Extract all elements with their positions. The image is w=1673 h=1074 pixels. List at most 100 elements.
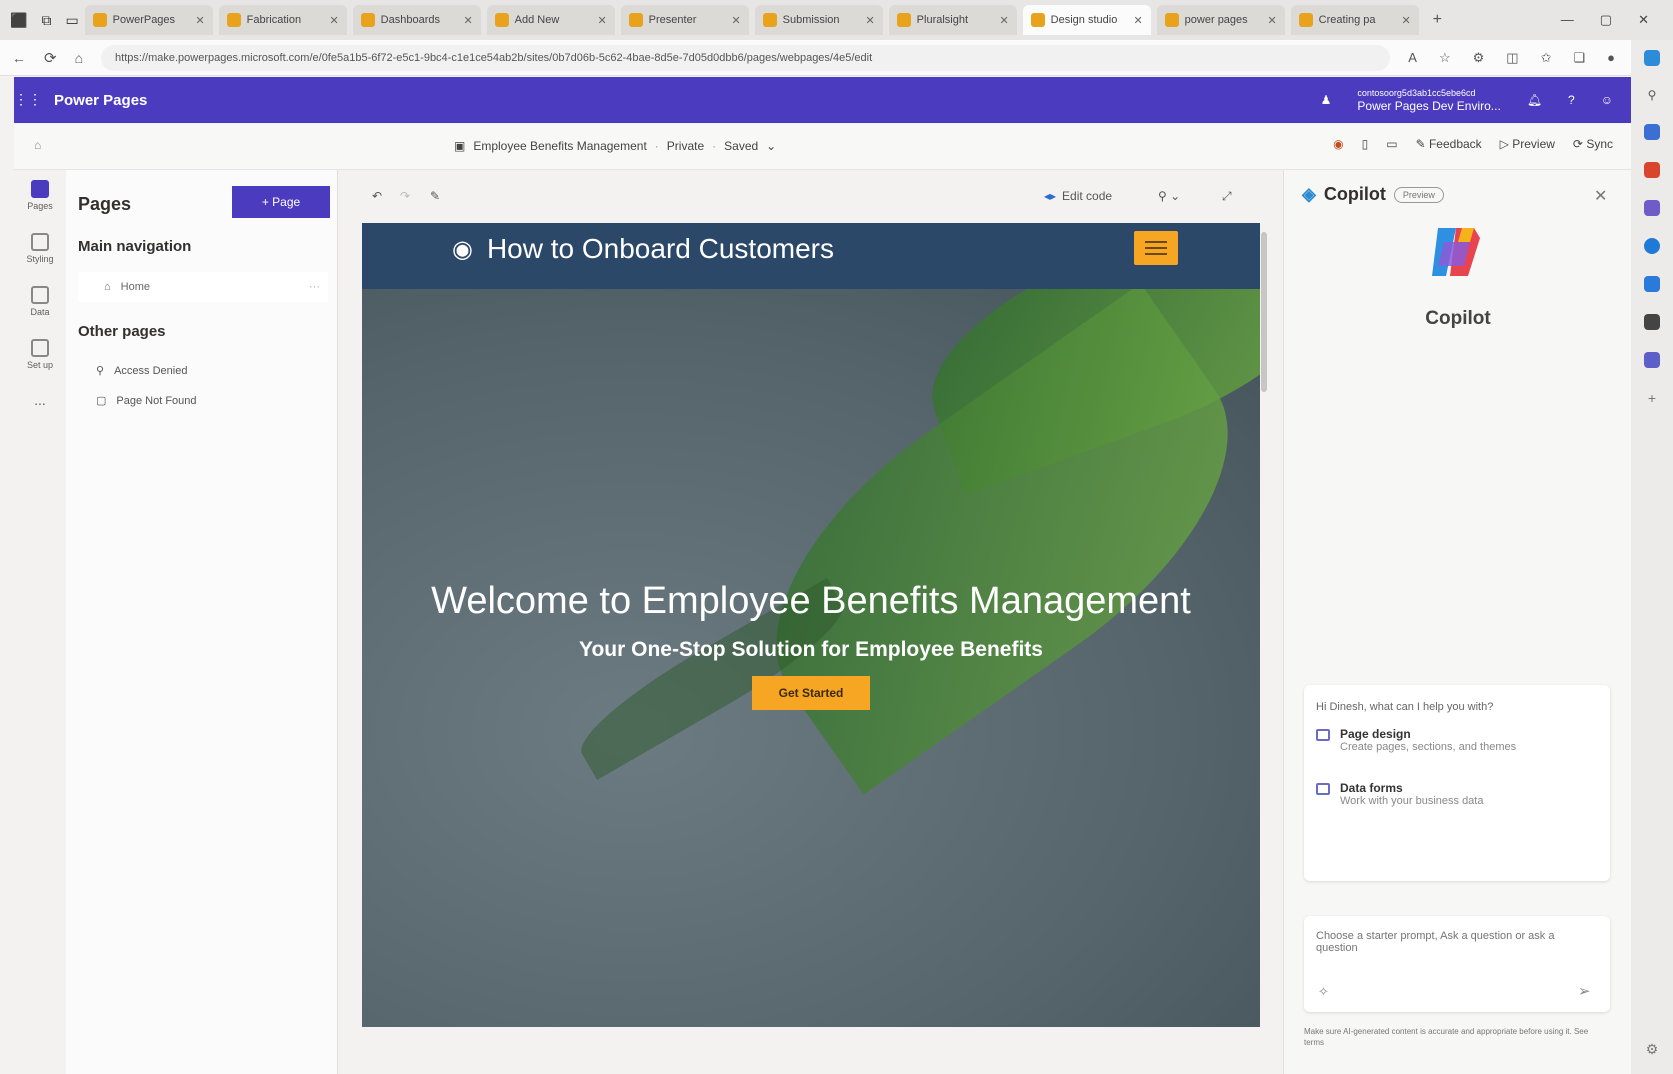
site-logo-icon: ◉ (452, 235, 473, 263)
tab-close-icon[interactable]: ✕ (195, 14, 204, 27)
rail-item-pages[interactable]: Pages (27, 180, 53, 211)
tab-close-icon[interactable]: ✕ (597, 14, 606, 27)
canvas-scrollbar[interactable] (1261, 232, 1267, 392)
copilot-name: Copilot (1425, 308, 1491, 329)
maximize-icon[interactable]: ▢ (1600, 12, 1612, 28)
profile-avatar-icon[interactable]: ● (1607, 50, 1615, 66)
help-icon[interactable]: ? (1568, 93, 1575, 107)
new-tab-button[interactable]: + (1433, 11, 1442, 29)
page-item-access-denied[interactable]: ⚲ Access Denied (96, 364, 187, 378)
option-data-forms[interactable]: Data forms Work with your business data (1316, 781, 1598, 807)
close-icon[interactable]: ✕ (1594, 186, 1607, 206)
edit-code-button[interactable]: ◂▸ Edit code (1044, 189, 1112, 203)
browser-tab[interactable]: Pluralsight ✕ (888, 5, 1017, 35)
undo-icon[interactable]: ↶ (372, 189, 382, 203)
collections-icon[interactable]: ❏ (1573, 50, 1585, 66)
preview-button[interactable]: ▷ Preview (1500, 137, 1555, 151)
browser-tab[interactable]: PowerPages ✕ (84, 5, 213, 35)
tab-close-icon[interactable]: ✕ (731, 14, 740, 27)
more-options-icon[interactable]: ··· (309, 281, 320, 293)
games-icon[interactable] (1644, 200, 1660, 216)
split-screen-icon[interactable]: ◫ (1506, 50, 1518, 66)
browser-tab[interactable]: Submission ✕ (754, 5, 883, 35)
home-browser-icon[interactable]: ⌂ (75, 50, 83, 66)
option-page-design[interactable]: Page design Create pages, sections, and t… (1316, 727, 1598, 753)
tab-close-icon[interactable]: ✕ (463, 14, 472, 27)
refresh-icon[interactable]: ⟳ (44, 49, 57, 67)
prompt-guide-icon[interactable]: ✧ (1318, 984, 1329, 1000)
extensions-icon[interactable]: ⚙ (1473, 50, 1485, 66)
tab-close-icon[interactable]: ✕ (865, 14, 874, 27)
tab-close-icon[interactable]: ✕ (329, 14, 338, 27)
copilot-toggle-icon[interactable]: ◉ (1333, 137, 1343, 151)
close-window-icon[interactable]: ✕ (1638, 12, 1649, 28)
feedback-button[interactable]: ✎ Feedback (1416, 137, 1482, 151)
favorite-star-icon[interactable]: ☆ (1439, 50, 1451, 66)
preview-badge: Preview (1393, 186, 1444, 203)
copilot-input[interactable] (1316, 930, 1586, 972)
tab-close-icon[interactable]: ✕ (1267, 14, 1276, 27)
tab-close-icon[interactable]: ✕ (1401, 14, 1410, 27)
home-icon[interactable]: ⌂ (34, 138, 41, 152)
comments-icon[interactable]: ▭ (1386, 137, 1397, 151)
add-page-button[interactable]: + Page (232, 186, 330, 218)
redo-icon[interactable]: ↷ (400, 189, 410, 203)
sync-button[interactable]: ⟳ Sync (1573, 137, 1613, 151)
teams-icon[interactable] (1644, 352, 1660, 368)
option-desc: Work with your business data (1340, 795, 1484, 807)
edit-pencil-icon[interactable]: ✎ (430, 189, 440, 203)
browser-tab[interactable]: Presenter ✕ (620, 5, 749, 35)
tab-close-icon[interactable]: ✕ (999, 14, 1008, 27)
wallet-icon[interactable] (1644, 314, 1660, 330)
search-icon[interactable]: ⚲ (1648, 88, 1657, 102)
hamburger-menu-button[interactable] (1134, 231, 1178, 265)
read-aloud-icon[interactable]: A (1408, 50, 1417, 66)
tab-close-icon[interactable]: ✕ (1133, 14, 1142, 27)
expand-icon[interactable]: ⤢ (1222, 189, 1232, 204)
site-name-menu[interactable]: ▣ Employee Benefits Management · Private… (454, 139, 776, 153)
favorites-icon[interactable]: ✩ (1541, 50, 1552, 66)
site-brand[interactable]: ◉ How to Onboard Customers (452, 233, 834, 265)
browser-tab[interactable]: Fabrication ✕ (218, 5, 347, 35)
url-field[interactable]: https://make.powerpages.microsoft.com/e/… (101, 44, 1391, 71)
get-started-button[interactable]: Get Started (752, 676, 870, 710)
profile-icon[interactable]: ⬛ (10, 12, 27, 29)
tab-actions-icon[interactable]: ▭ (65, 12, 78, 29)
rail-item-styling[interactable]: Styling (26, 233, 54, 264)
browser-tab[interactable]: Add New ✕ (486, 5, 615, 35)
account-icon[interactable]: ☺ (1601, 93, 1613, 107)
environment-switcher[interactable]: ♟ contosoorg5d3ab1cc5ebe6cd Power Pages … (1321, 87, 1613, 113)
back-icon[interactable]: ← (12, 50, 26, 66)
site-visibility: Private (666, 139, 705, 153)
minimize-icon[interactable]: — (1561, 12, 1574, 28)
zoom-icon[interactable]: ⚲ ⌄ (1158, 189, 1180, 203)
rail-more-icon[interactable]: ... (34, 392, 46, 408)
rail-item-label: Styling (26, 254, 54, 264)
page-item-not-found[interactable]: ▢ Page Not Found (96, 394, 197, 408)
tools-icon[interactable] (1644, 124, 1660, 140)
page-item-home[interactable]: ⌂ Home ··· (78, 272, 328, 302)
device-preview-icon[interactable]: ▯ (1362, 137, 1369, 151)
browser-tab[interactable]: Design studio ✕ (1022, 5, 1151, 35)
window-controls: — ▢ ✕ (1561, 12, 1649, 28)
rail-item-data[interactable]: Data (30, 286, 50, 317)
outlook-icon[interactable] (1644, 276, 1660, 292)
copilot-edge-icon[interactable] (1644, 50, 1660, 66)
add-sidebar-icon[interactable]: + (1648, 390, 1656, 406)
data-icon (30, 286, 49, 304)
browser-tab[interactable]: Creating pa ✕ (1290, 5, 1419, 35)
send-icon[interactable]: ➢ (1578, 982, 1591, 1000)
app-launcher-icon[interactable]: ⋮⋮ (14, 91, 42, 108)
browser-tab[interactable]: power pages ✕ (1156, 5, 1285, 35)
tab-label: Add New (514, 14, 560, 26)
notifications-icon[interactable]: 🔔︎ (1527, 93, 1542, 107)
browser-tab[interactable]: Dashboards ✕ (352, 5, 481, 35)
sidebar-settings-icon[interactable]: ⚙ (1646, 1041, 1659, 1058)
rail-item-set-up[interactable]: Set up (27, 339, 53, 370)
site-preview: Welcome to Employee Benefits Management … (362, 223, 1260, 1027)
workspaces-icon[interactable]: ⧉ (41, 12, 51, 29)
copilot-greeting: Hi Dinesh, what can I help you with? (1316, 701, 1494, 713)
office-icon[interactable] (1644, 238, 1660, 254)
access-denied-icon: ⚲ (96, 365, 105, 377)
shopping-icon[interactable] (1644, 162, 1660, 178)
